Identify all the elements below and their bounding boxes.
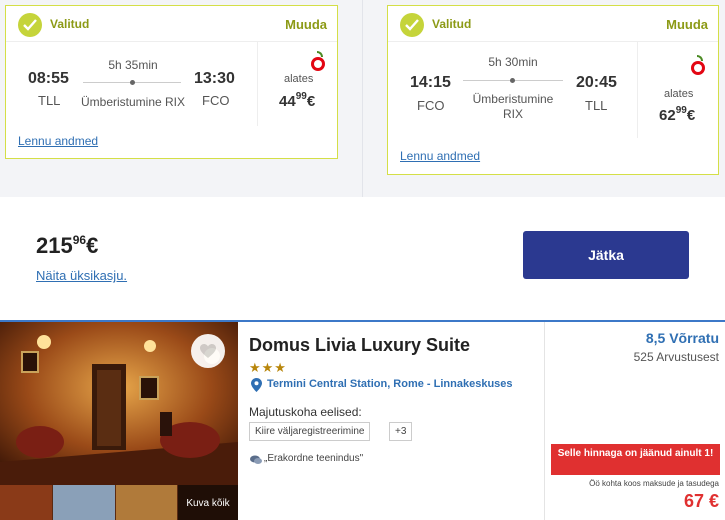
hotel-price: 67 €: [683, 491, 719, 511]
departure-airport: TLL: [38, 93, 61, 108]
amenities-title: Majutuskoha eelised:: [249, 405, 362, 419]
card-header: Valitud Muuda: [388, 6, 718, 42]
stop-dot: [130, 80, 135, 85]
change-button[interactable]: Muuda: [666, 17, 708, 32]
heart-icon: [200, 344, 216, 358]
hotel-name[interactable]: Domus Livia Luxury Suite: [249, 335, 470, 356]
from-label: alates: [664, 88, 694, 100]
hotel-location[interactable]: Termini Central Station, Rome - Linnakes…: [267, 378, 513, 390]
selected-label: Valitud: [432, 17, 472, 31]
see-all-photos-button[interactable]: Kuva kõik: [178, 485, 238, 520]
review-count[interactable]: 525 Arvustusest: [634, 350, 719, 364]
hotel-price-column: 8,5 Võrratu 525 Arvustusest Selle hinnag…: [544, 322, 725, 520]
price-breakdown-link[interactable]: Näita üksikasju.: [36, 268, 127, 283]
flight-duration: 5h 35min: [108, 58, 158, 72]
favorite-button[interactable]: [191, 334, 225, 368]
flight-details-link[interactable]: Lennu andmed: [18, 134, 98, 148]
fare-box: alates 4499€: [259, 42, 339, 126]
hotel-card[interactable]: Kuva kõik Domus Livia Luxury Suite ★★★ T…: [0, 320, 725, 520]
flight-duration: 5h 30min: [488, 55, 538, 69]
arrival-time: 20:45: [576, 74, 617, 91]
arrival-time: 13:30: [194, 70, 235, 87]
total-price-panel: 21596€ Näita üksikasju. Jätka: [0, 197, 725, 320]
return-flight-card: Valitud Muuda 14:15 FCO 5h 30min Ümberis…: [387, 5, 719, 175]
thumbnail[interactable]: [0, 485, 52, 520]
airline-logo-icon: [311, 51, 325, 71]
fare-box: alates 6299€: [639, 42, 720, 138]
guest-quote: „Erakordne teenindus": [264, 453, 364, 464]
airline-logo-icon: [691, 55, 705, 75]
hotel-photo[interactable]: Kuva kõik: [0, 322, 238, 520]
selected-label: Valitud: [50, 17, 90, 31]
departure-airport: FCO: [417, 98, 445, 113]
location-pin-icon: [251, 378, 262, 392]
flight-times: 14:15 FCO 5h 30min Ümberistumine RIX 20:4…: [388, 42, 638, 138]
change-button[interactable]: Muuda: [285, 17, 327, 32]
card-header: Valitud Muuda: [6, 6, 337, 42]
fare-price: 6299€: [659, 105, 696, 124]
price-note: Öö kohta koos maksude ja tasudega: [589, 479, 719, 488]
from-label: alates: [284, 73, 314, 85]
hotel-info: Domus Livia Luxury Suite ★★★ Termini Cen…: [249, 322, 539, 520]
flight-times: 08:55 TLL 5h 35min Ümberistumine RIX 13:…: [6, 42, 258, 126]
continue-button[interactable]: Jätka: [523, 231, 689, 279]
departure-time: 14:15: [410, 74, 451, 91]
stopover-label: Ümberistumine RIX: [80, 95, 186, 109]
star-rating: ★★★: [249, 360, 287, 375]
chat-bubble-icon: [250, 455, 262, 464]
thumbnail[interactable]: [53, 485, 115, 520]
arrival-airport: TLL: [585, 98, 608, 113]
more-amenities-chip[interactable]: +3: [389, 422, 413, 441]
departure-time: 08:55: [28, 70, 69, 87]
total-price: 21596€: [36, 233, 99, 258]
photo-thumbnails: Kuva kõik: [0, 485, 238, 520]
scarcity-badge: Selle hinnaga on jäänud ainult 1!: [551, 444, 720, 475]
return-flight-column: Valitud Muuda 14:15 FCO 5h 30min Ümberis…: [363, 0, 725, 197]
stopover-label: Ümberistumine RIX: [472, 92, 554, 121]
amenity-chip: Kiire väljaregistreerimine: [249, 422, 371, 441]
review-score: 8,5 Võrratu: [645, 330, 719, 346]
flight-details-link[interactable]: Lennu andmed: [400, 149, 480, 163]
check-icon: [400, 13, 424, 37]
check-icon: [18, 13, 42, 37]
outbound-flight-column: Valitud Muuda 08:55 TLL 5h 35min Ümberis…: [0, 0, 362, 197]
thumbnail[interactable]: [116, 485, 177, 520]
arrival-airport: FCO: [202, 93, 230, 108]
stop-dot: [510, 78, 515, 83]
fare-price: 4499€: [279, 91, 316, 110]
outbound-flight-card: Valitud Muuda 08:55 TLL 5h 35min Ümberis…: [5, 5, 338, 159]
